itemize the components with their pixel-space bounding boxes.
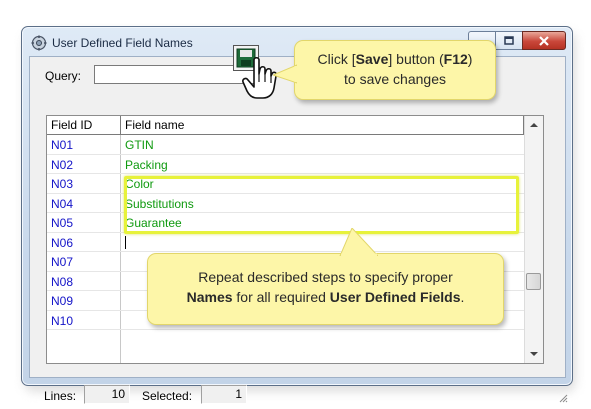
- field-id-cell: N02: [51, 157, 74, 172]
- resize-grip-icon[interactable]: [558, 393, 568, 403]
- table-row[interactable]: N01 GTIN: [47, 135, 525, 155]
- callout-bold-text: Save: [355, 51, 389, 67]
- callout-text: ): [467, 51, 473, 67]
- save-callout-line1: Click [Save] button (F12): [295, 49, 495, 69]
- field-id-cell: N07: [51, 255, 74, 269]
- field-names-grid: Field ID Field name N01 GTIN N02 Packing…: [46, 115, 544, 364]
- close-button[interactable]: [522, 31, 566, 50]
- field-name-cell[interactable]: Packing: [125, 158, 168, 172]
- column-header-field-id[interactable]: Field ID: [51, 118, 92, 132]
- save-callout-line2: to save changes: [344, 71, 446, 87]
- field-id-cell: N03: [51, 177, 74, 191]
- lines-label: Lines:: [44, 389, 77, 403]
- column-header-field-name[interactable]: Field name: [125, 118, 184, 132]
- app-icon: [31, 35, 47, 51]
- close-icon: [539, 35, 549, 46]
- table-row[interactable]: N02 Packing: [47, 155, 525, 174]
- callout-text: .: [460, 289, 465, 305]
- column-separator[interactable]: [120, 116, 121, 134]
- callout-bold-text: User Defined Fields: [329, 289, 461, 305]
- field-id-cell: N04: [51, 196, 74, 211]
- highlight-box: [124, 176, 519, 234]
- query-label: Query:: [45, 69, 82, 83]
- window-title: User Defined Field Names: [52, 36, 193, 50]
- maximize-button[interactable]: [495, 31, 522, 50]
- field-id-cell: N09: [51, 294, 74, 308]
- callout-pointer: [339, 228, 378, 256]
- table-row[interactable]: N06: [47, 233, 525, 252]
- field-id-cell: N10: [51, 313, 74, 328]
- vertical-scrollbar[interactable]: [524, 116, 543, 363]
- repeat-callout: Repeat described steps to specify proper…: [147, 228, 504, 325]
- callout-text: ] button (: [388, 51, 444, 67]
- query-input[interactable]: [94, 65, 256, 84]
- field-name-cell[interactable]: GTIN: [125, 138, 154, 152]
- maximize-icon: [504, 36, 514, 45]
- grid-header: Field ID Field name: [47, 116, 525, 135]
- text-caret: [125, 235, 126, 249]
- callout-bold-text: Names: [186, 289, 233, 305]
- repeat-callout-line1: Repeat described steps to specify proper: [198, 269, 453, 285]
- field-id-cell: N08: [51, 274, 74, 289]
- field-id-cell: N06: [51, 235, 74, 250]
- callout-pointer: [273, 64, 297, 84]
- field-id-cell: N01: [51, 138, 74, 152]
- selected-count: 1: [201, 385, 247, 404]
- lines-count: 10: [84, 385, 130, 404]
- callout-bold-text: F12: [443, 51, 468, 67]
- selected-label: Selected:: [142, 389, 193, 403]
- callout-text: Click [: [317, 51, 356, 67]
- scroll-up-arrow-icon[interactable]: [530, 123, 538, 127]
- callout-text: for all required: [232, 289, 330, 305]
- scroll-down-arrow-icon[interactable]: [530, 352, 538, 356]
- save-callout: Click [Save] button (F12) to save change…: [273, 40, 496, 100]
- repeat-callout-line2: Names for all required User Defined Fiel…: [148, 287, 503, 307]
- field-id-cell: N05: [51, 216, 74, 230]
- scrollbar-thumb[interactable]: [526, 273, 541, 290]
